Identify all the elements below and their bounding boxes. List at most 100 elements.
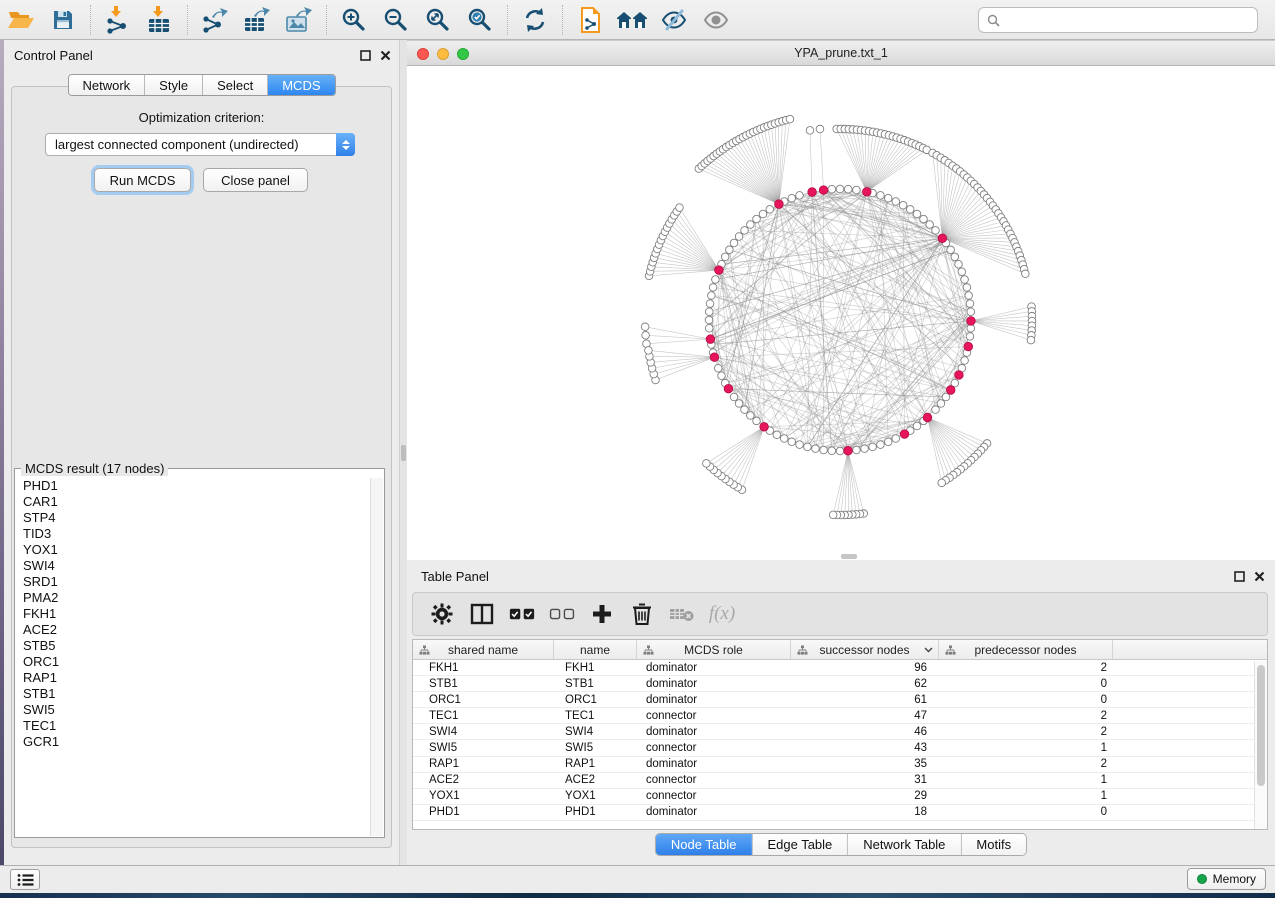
network-window-titlebar[interactable]: YPA_prune.txt_1 [407, 40, 1275, 66]
right-column: YPA_prune.txt_1 Table Panel [407, 40, 1275, 865]
open-file-icon[interactable] [3, 4, 39, 36]
tab-network-table[interactable]: Network Table [848, 834, 961, 855]
tab-mcds[interactable]: MCDS [268, 75, 334, 95]
show-all-icon[interactable] [698, 4, 734, 36]
table-row[interactable]: TEC1TEC1connector472 [413, 708, 1267, 724]
cell: 47 [791, 710, 939, 722]
run-mcds-button[interactable]: Run MCDS [94, 168, 191, 192]
table-row[interactable]: ORC1ORC1dominator610 [413, 692, 1267, 708]
mcds-list-scrollbar[interactable] [370, 478, 383, 836]
search-field[interactable] [978, 7, 1258, 33]
table-row[interactable]: SWI4SWI4dominator462 [413, 724, 1267, 740]
column-header-shared-name[interactable]: shared name [413, 640, 554, 659]
mcds-result-item: CAR1 [16, 494, 370, 510]
scrollbar-thumb[interactable] [1257, 665, 1265, 786]
optimization-criterion-label: Optimization criterion: [4, 110, 399, 125]
tab-edge-table[interactable]: Edge Table [752, 834, 848, 855]
table-row[interactable]: FKH1FKH1dominator962 [413, 660, 1267, 676]
table-panel: Table Panel [407, 560, 1275, 865]
cell: SWI5 [413, 742, 554, 754]
zoom-fit-icon[interactable] [420, 4, 456, 36]
delete-columns-icon[interactable] [629, 601, 655, 627]
save-session-icon[interactable] [45, 4, 81, 36]
hide-selected-icon[interactable] [656, 4, 692, 36]
table-row[interactable]: RAP1RAP1dominator352 [413, 757, 1267, 773]
export-table-icon[interactable] [239, 4, 275, 36]
cell: 1 [939, 742, 1113, 754]
tab-network[interactable]: Network [68, 75, 145, 95]
zoom-selected-icon[interactable] [462, 4, 498, 36]
column-header-name[interactable]: name [554, 640, 637, 659]
table-panel-title: Table Panel [421, 569, 489, 584]
cell: 43 [791, 742, 939, 754]
search-input[interactable] [1006, 12, 1249, 28]
column-header-MCDS-role[interactable]: MCDS role [637, 640, 791, 659]
mcds-result-item: STP4 [16, 510, 370, 526]
cell: dominator [637, 806, 791, 818]
import-network-icon[interactable] [100, 4, 136, 36]
divider-handle[interactable] [401, 445, 406, 461]
float-panel-icon[interactable] [359, 49, 371, 61]
create-column-icon[interactable] [589, 601, 615, 627]
show-task-history-button[interactable] [10, 869, 40, 890]
desktop-wallpaper [0, 893, 1275, 898]
select-all-icon[interactable] [509, 601, 535, 627]
optimization-criterion-select[interactable]: largest connected component (undirected) [45, 133, 355, 156]
table-row[interactable]: STB1STB1dominator620 [413, 676, 1267, 692]
deselect-all-icon[interactable] [549, 601, 575, 627]
cell: 31 [791, 774, 939, 786]
mcds-result-item: GCR1 [16, 734, 370, 750]
cell: dominator [637, 662, 791, 674]
memory-button[interactable]: Memory [1187, 868, 1266, 890]
toolbar-separator [90, 5, 91, 35]
cell: ORC1 [413, 694, 554, 706]
tab-style[interactable]: Style [145, 75, 203, 95]
zoom-in-icon[interactable] [336, 4, 372, 36]
show-column-pane-icon[interactable] [469, 601, 495, 627]
divider-handle[interactable] [841, 554, 857, 559]
table-row[interactable]: PHD1PHD1dominator180 [413, 805, 1267, 821]
table-scrollbar[interactable] [1254, 661, 1267, 829]
column-header-successor-nodes[interactable]: successor nodes [791, 640, 939, 659]
toolbar-separator [507, 5, 508, 35]
cell: YOX1 [554, 790, 637, 802]
cell: 2 [939, 710, 1113, 722]
close-panel-icon[interactable] [379, 49, 391, 61]
table-body: FKH1FKH1dominator962STB1STB1dominator620… [413, 660, 1267, 821]
column-header-predecessor-nodes[interactable]: predecessor nodes [939, 640, 1113, 659]
cell: TEC1 [554, 710, 637, 722]
function-builder-icon[interactable]: f(x) [709, 601, 735, 627]
delete-table-icon[interactable] [669, 601, 695, 627]
network-graph [407, 66, 1275, 560]
table-row[interactable]: YOX1YOX1connector291 [413, 789, 1267, 805]
status-bar: Memory [0, 865, 1275, 893]
table-toolbar: f(x) [412, 592, 1268, 636]
mcds-result-item: PHD1 [16, 478, 370, 494]
tab-node-table[interactable]: Node Table [656, 834, 753, 855]
mcds-result-list[interactable]: PHD1CAR1STP4TID3YOX1SWI4SRD1PMA2FKH1ACE2… [16, 478, 370, 836]
close-panel-icon[interactable] [1253, 570, 1265, 582]
close-panel-button[interactable]: Close panel [203, 168, 308, 192]
first-neighbors-icon[interactable] [614, 4, 650, 36]
cell: SWI4 [413, 726, 554, 738]
memory-label: Memory [1213, 872, 1256, 886]
network-canvas[interactable] [407, 66, 1275, 560]
export-network-icon[interactable] [197, 4, 233, 36]
table-options-icon[interactable] [429, 601, 455, 627]
new-network-from-selection-icon[interactable] [572, 4, 608, 36]
zoom-out-icon[interactable] [378, 4, 414, 36]
apply-layout-icon[interactable] [517, 4, 553, 36]
tab-motifs[interactable]: Motifs [961, 834, 1026, 855]
table-row[interactable]: SWI5SWI5connector431 [413, 740, 1267, 756]
toolbar-separator [326, 5, 327, 35]
tab-select[interactable]: Select [203, 75, 268, 95]
cell: connector [637, 742, 791, 754]
export-image-icon[interactable] [281, 4, 317, 36]
list-icon [17, 873, 34, 887]
cell: dominator [637, 678, 791, 690]
import-table-icon[interactable] [142, 4, 178, 36]
float-panel-icon[interactable] [1233, 570, 1245, 582]
mcds-result-item: TEC1 [16, 718, 370, 734]
table-row[interactable]: ACE2ACE2connector311 [413, 773, 1267, 789]
split-divider[interactable] [400, 40, 407, 865]
